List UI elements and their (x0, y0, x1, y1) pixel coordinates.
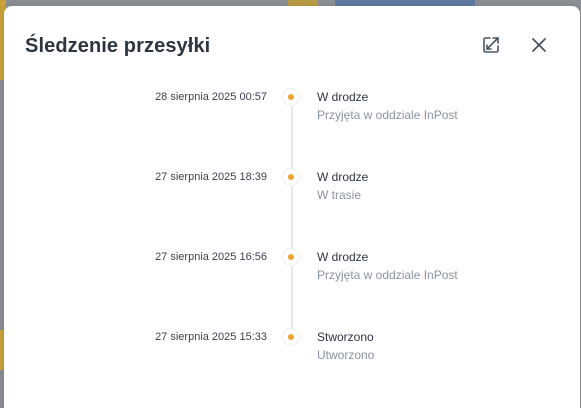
expand-button[interactable] (479, 35, 503, 59)
timeline-line (291, 96, 293, 338)
event-detail: Przyjęta w oddziale InPost (317, 108, 458, 122)
event-date: 27 sierpnia 2025 16:56 (155, 251, 267, 263)
event-date: 27 sierpnia 2025 15:33 (155, 331, 267, 343)
event-detail: W trasie (317, 188, 362, 202)
close-button[interactable] (527, 35, 551, 59)
tracking-modal: Śledzenie przesyłki 28 sierpnia 2025 00:… (4, 6, 580, 408)
timeline-dot-icon (283, 89, 299, 105)
event-detail: Utworzono (317, 348, 375, 362)
timeline-event: 28 sierpnia 2025 00:57 W drodze Przyjęta… (4, 89, 580, 130)
event-status: Stworzono (317, 330, 374, 344)
event-date: 28 sierpnia 2025 00:57 (155, 91, 267, 103)
timeline-dot-icon (283, 169, 299, 185)
close-icon (530, 36, 548, 59)
event-date: 27 sierpnia 2025 18:39 (155, 171, 267, 183)
event-status: W drodze (317, 90, 369, 104)
event-status: W drodze (317, 170, 369, 184)
modal-title: Śledzenie przesyłki (25, 35, 211, 57)
event-detail: Przyjęta w oddziale InPost (317, 268, 458, 282)
timeline-event: 27 sierpnia 2025 16:56 W drodze Przyjęta… (4, 249, 580, 290)
timeline-dot-icon (283, 329, 299, 345)
timeline-event: 27 sierpnia 2025 15:33 Stworzono Utworzo… (4, 329, 580, 370)
event-status: W drodze (317, 250, 369, 264)
timeline-dot-icon (283, 249, 299, 265)
timeline-event: 27 sierpnia 2025 18:39 W drodze W trasie (4, 169, 580, 210)
expand-icon (481, 35, 501, 60)
